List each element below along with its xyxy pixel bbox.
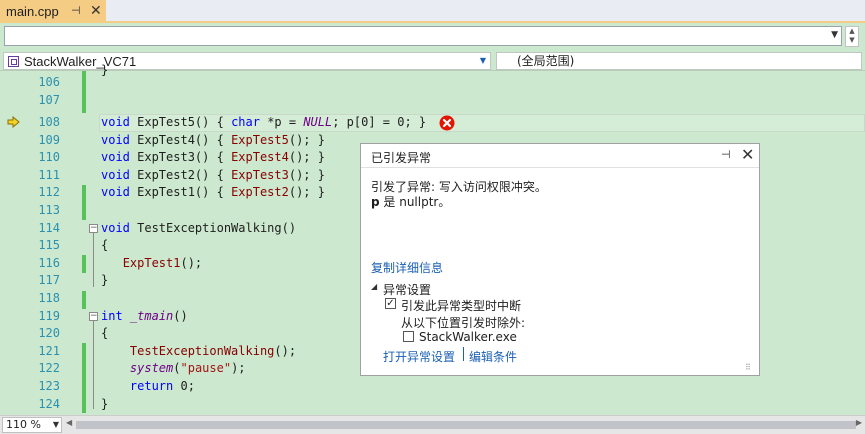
code-line-114: void TestExceptionWalking() bbox=[101, 221, 297, 235]
line-number: 106 bbox=[38, 75, 60, 89]
line-number: 108 bbox=[38, 115, 60, 129]
scope-label: (全局范围) bbox=[517, 54, 575, 68]
error-icon[interactable] bbox=[439, 115, 455, 131]
except-when-thrown-label: 从以下位置引发时除外: bbox=[401, 316, 526, 330]
line-number: 124 bbox=[38, 397, 60, 411]
exception-popup-header: 已引发异常 ⊣ ✕ bbox=[361, 144, 759, 168]
zoom-value: 110 % bbox=[6, 418, 41, 431]
change-bar bbox=[82, 343, 86, 413]
code-line-112: void ExpTest1() { ExpTest2(); } bbox=[101, 185, 325, 199]
stackwalker-exe-label: StackWalker.exe bbox=[419, 330, 517, 344]
scope-dropdown[interactable]: (全局范围) bbox=[496, 52, 862, 70]
line-number: 120 bbox=[38, 326, 60, 340]
editor-bottom-bar: 110 % ▼ ◀ ▶ bbox=[0, 415, 865, 434]
exception-settings-heading: 异常设置 bbox=[383, 283, 432, 297]
horizontal-scrollbar[interactable]: ◀ ▶ bbox=[66, 418, 862, 432]
project-icon bbox=[8, 55, 19, 67]
line-number: 115 bbox=[38, 238, 60, 252]
exception-popup: 已引发异常 ⊣ ✕ 引发了异常: 写入访问权限冲突。 p 是 nullptr。 … bbox=[360, 143, 760, 376]
project-dropdown-arrow-icon[interactable]: ▼ bbox=[480, 56, 486, 65]
change-bar bbox=[82, 185, 86, 220]
line-number: 118 bbox=[38, 291, 60, 305]
break-on-exception-checkbox[interactable]: ✓ bbox=[385, 298, 396, 309]
line-number: 117 bbox=[38, 273, 60, 287]
exception-popup-title: 已引发异常 bbox=[371, 151, 432, 165]
project-name: StackWalker_VC71 bbox=[24, 53, 137, 69]
top-dropdown[interactable]: ▼ bbox=[4, 26, 842, 46]
line-number: 119 bbox=[38, 309, 60, 323]
fold-guide bbox=[93, 233, 94, 287]
code-line-117: } bbox=[101, 273, 109, 287]
scrollbar-thumb[interactable] bbox=[76, 421, 856, 429]
tab-main-cpp[interactable]: main.cpp ⊣ ✕ bbox=[0, 0, 106, 23]
code-line-119: int _tmain() bbox=[101, 309, 188, 323]
scroll-right-icon[interactable]: ▶ bbox=[856, 418, 862, 427]
dropdown-arrow-icon[interactable]: ▼ bbox=[831, 30, 838, 40]
line-number: 109 bbox=[38, 133, 60, 147]
code-line-110: void ExpTest3() { ExpTest4(); } bbox=[101, 150, 325, 164]
line-number: 123 bbox=[38, 379, 60, 393]
code-line-122: system("pause"); bbox=[129, 361, 246, 375]
code-line-116: ExpTest1(); bbox=[122, 256, 203, 270]
change-bar bbox=[82, 291, 86, 309]
stackwalker-exe-checkbox[interactable] bbox=[403, 331, 414, 342]
project-dropdown[interactable]: StackWalker_VC71 ▼ bbox=[3, 52, 491, 70]
exception-detail: p 是 nullptr。 bbox=[371, 193, 450, 210]
code-line-109: void ExpTest4() { ExpTest5(); } bbox=[101, 133, 325, 147]
resize-grip-icon[interactable]: ⠿ bbox=[745, 363, 751, 372]
change-bar bbox=[82, 255, 86, 273]
code-line-105: } bbox=[101, 63, 109, 77]
exception-detail-text: 是 nullptr。 bbox=[379, 195, 451, 209]
collapse-icon[interactable]: − bbox=[89, 312, 98, 321]
fold-guide bbox=[93, 321, 94, 409]
code-line-124: } bbox=[101, 397, 109, 411]
line-number: 114 bbox=[38, 221, 60, 235]
edit-conditions-link[interactable]: 编辑条件 bbox=[469, 348, 517, 365]
line-number: 116 bbox=[38, 256, 60, 270]
close-icon[interactable]: ✕ bbox=[741, 145, 754, 164]
break-on-exception-label: 引发此异常类型时中断 bbox=[401, 299, 522, 313]
pin-tab-icon[interactable]: ⊣ bbox=[71, 4, 81, 17]
code-line-108: void ExpTest5() { char *p = NULL; p[0] =… bbox=[101, 115, 427, 129]
line-number: 113 bbox=[38, 203, 60, 217]
top-dropdown-scroll[interactable]: ▲ ▼ bbox=[845, 26, 859, 47]
code-line-115: { bbox=[101, 238, 109, 252]
tab-strip: main.cpp ⊣ ✕ bbox=[0, 0, 865, 23]
line-number: 112 bbox=[38, 185, 60, 199]
copy-details-link[interactable]: 复制详细信息 bbox=[371, 259, 443, 276]
close-tab-icon[interactable]: ✕ bbox=[90, 2, 102, 19]
zoom-dropdown[interactable]: 110 % ▼ bbox=[2, 417, 62, 433]
line-number: 121 bbox=[38, 344, 60, 358]
code-line-121: TestExceptionWalking(); bbox=[129, 344, 297, 358]
zoom-dropdown-arrow-icon[interactable]: ▼ bbox=[53, 418, 59, 432]
open-exception-settings-link[interactable]: 打开异常设置 bbox=[383, 348, 455, 365]
change-bar bbox=[82, 71, 86, 113]
code-line-111: void ExpTest2() { ExpTest3(); } bbox=[101, 168, 325, 182]
collapse-icon[interactable]: − bbox=[89, 224, 98, 233]
navigation-bar: StackWalker_VC71 ▼ (全局范围) bbox=[0, 51, 865, 71]
top-toolbar: ▼ ▲ ▼ bbox=[0, 23, 865, 51]
exception-variable: p bbox=[371, 195, 380, 209]
current-statement-arrow-icon bbox=[7, 116, 20, 128]
line-number: 111 bbox=[38, 168, 60, 182]
pin-icon[interactable]: ⊣ bbox=[721, 148, 731, 161]
line-number: 122 bbox=[38, 361, 60, 375]
code-line-120: { bbox=[101, 326, 109, 340]
line-number: 107 bbox=[38, 93, 60, 107]
tab-label: main.cpp bbox=[6, 4, 59, 19]
scroll-left-icon[interactable]: ◀ bbox=[66, 418, 72, 427]
code-line-123: return 0; bbox=[129, 379, 195, 393]
link-separator bbox=[463, 347, 464, 361]
line-number: 110 bbox=[38, 150, 60, 164]
collapse-section-icon[interactable]: ◢ bbox=[371, 282, 377, 291]
